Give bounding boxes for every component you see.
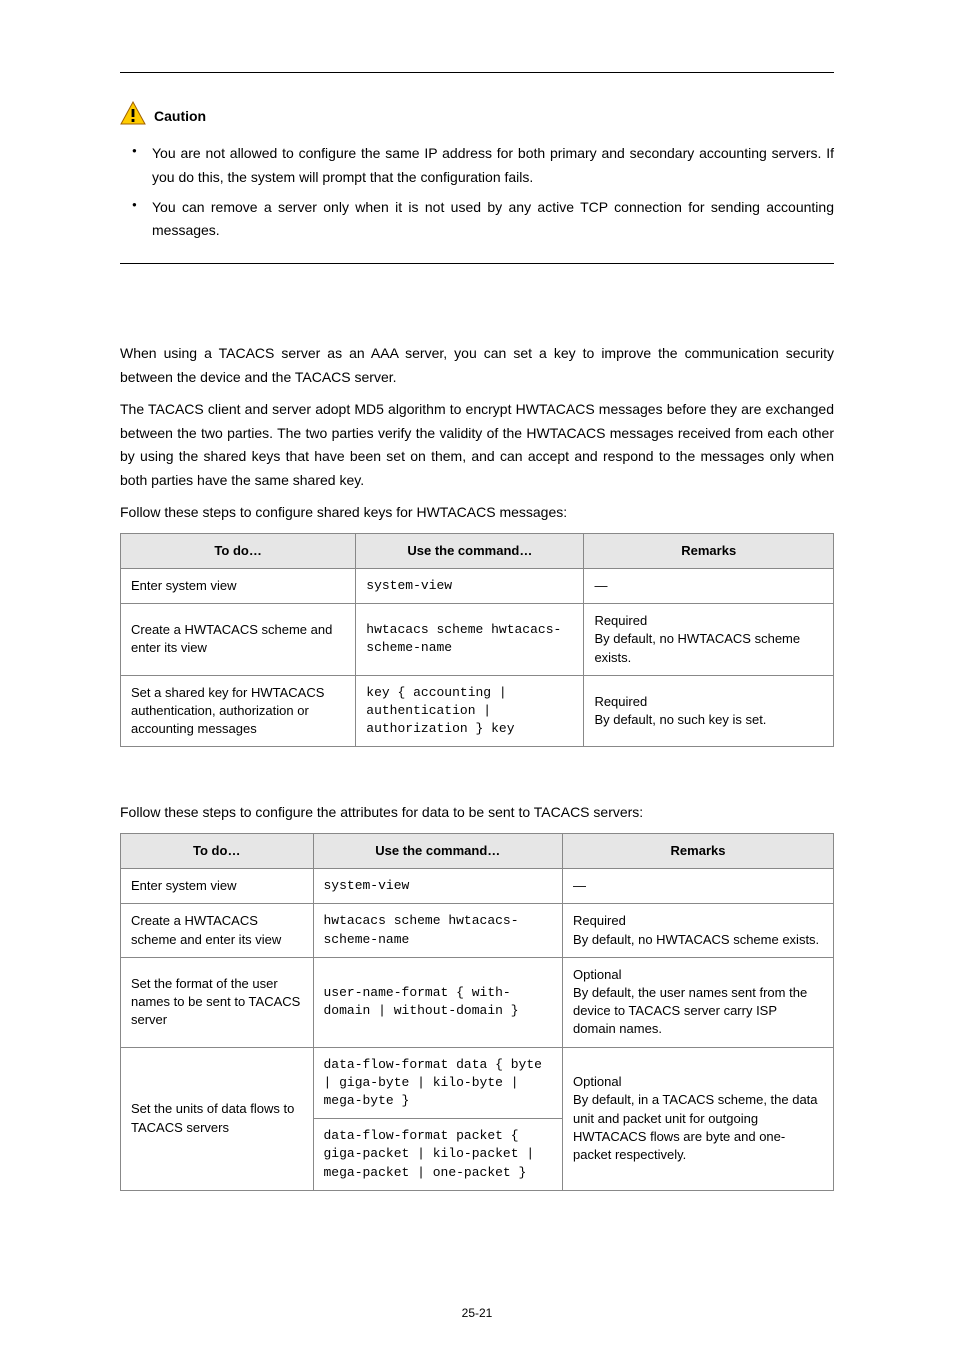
table-header: Remarks [584, 533, 834, 568]
table-cell: system-view [313, 869, 563, 904]
spacer [120, 302, 834, 342]
table-cell: Set the format of the user names to be s… [121, 957, 314, 1047]
top-rule [120, 72, 834, 73]
table-cell: Set a shared key for HWTACACS authentica… [121, 675, 356, 747]
caution-list: You are not allowed to configure the sam… [120, 142, 834, 243]
table-cell: Required By default, no HWTACACS scheme … [584, 604, 834, 676]
caution-header: Caution [120, 101, 834, 130]
caution-block: Caution You are not allowed to configure… [120, 101, 834, 243]
table-cell: hwtacacs scheme hwtacacs-scheme-name [356, 604, 584, 676]
table-row: Enter system view system-view — [121, 568, 834, 603]
table-cell: Required By default, no HWTACACS scheme … [563, 904, 834, 957]
lead-paragraph: Follow these steps to configure the attr… [120, 801, 834, 825]
caution-label: Caution [154, 108, 206, 124]
table-cell: Optional By default, the user names sent… [563, 957, 834, 1047]
config-table-1: To do… Use the command… Remarks Enter sy… [120, 533, 834, 748]
table-cell: — [563, 869, 834, 904]
table-header: Remarks [563, 834, 834, 869]
caution-item: You are not allowed to configure the sam… [152, 142, 834, 190]
table-cell: hwtacacs scheme hwtacacs-scheme-name [313, 904, 563, 957]
body-paragraph: The TACACS client and server adopt MD5 a… [120, 398, 834, 493]
table-header: To do… [121, 834, 314, 869]
table-cell: Optional By default, in a TACACS scheme,… [563, 1047, 834, 1190]
table-row: Set the format of the user names to be s… [121, 957, 834, 1047]
table-cell: key { accounting | authentication | auth… [356, 675, 584, 747]
table-cell: system-view [356, 568, 584, 603]
table-cell: — [584, 568, 834, 603]
table-row: Set the units of data flows to TACACS se… [121, 1047, 834, 1119]
table-row: Set a shared key for HWTACACS authentica… [121, 675, 834, 747]
table-cell: Enter system view [121, 869, 314, 904]
table-cell: Required By default, no such key is set. [584, 675, 834, 747]
page-number: 25-21 [0, 1306, 954, 1320]
table-cell: user-name-format { with-domain | without… [313, 957, 563, 1047]
config-table-2: To do… Use the command… Remarks Enter sy… [120, 833, 834, 1191]
table-header: Use the command… [356, 533, 584, 568]
table-cell: data-flow-format data { byte | giga-byte… [313, 1047, 563, 1119]
table-header: Use the command… [313, 834, 563, 869]
body-paragraph: When using a TACACS server as an AAA ser… [120, 342, 834, 390]
bottom-rule [120, 263, 834, 264]
lead-paragraph: Follow these steps to configure shared k… [120, 501, 834, 525]
table-cell: Create a HWTACACS scheme and enter its v… [121, 604, 356, 676]
table-cell: Create a HWTACACS scheme and enter its v… [121, 904, 314, 957]
table-row: Create a HWTACACS scheme and enter its v… [121, 904, 834, 957]
warning-icon [120, 101, 146, 130]
table-header-row: To do… Use the command… Remarks [121, 834, 834, 869]
table-row: Create a HWTACACS scheme and enter its v… [121, 604, 834, 676]
caution-item: You can remove a server only when it is … [152, 196, 834, 244]
table-cell: Enter system view [121, 568, 356, 603]
table-cell: data-flow-format packet { giga-packet | … [313, 1119, 563, 1191]
table-header: To do… [121, 533, 356, 568]
table-header-row: To do… Use the command… Remarks [121, 533, 834, 568]
table-row: Enter system view system-view — [121, 869, 834, 904]
table-cell: Set the units of data flows to TACACS se… [121, 1047, 314, 1190]
